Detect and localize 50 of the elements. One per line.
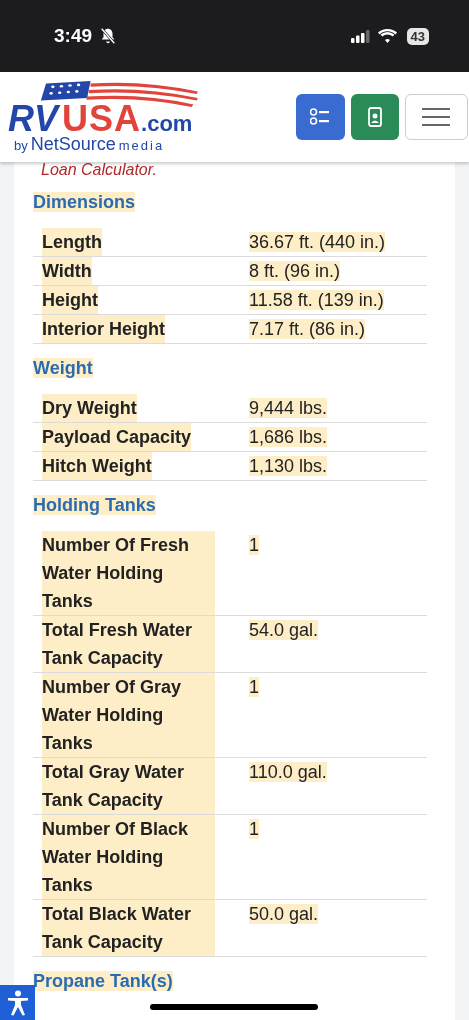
checklist-icon [310, 108, 331, 126]
spec-value: 9,444 lbs. [249, 398, 328, 418]
spec-value: 110.0 gal. [249, 762, 327, 782]
spec-value: 1,130 lbs. [249, 456, 328, 476]
logo-rv: RV [8, 101, 62, 137]
spec-label: Height [42, 286, 98, 314]
logo-byline-media: media [118, 139, 165, 152]
menu-button[interactable] [404, 94, 468, 140]
muted-bell-icon [99, 27, 118, 45]
spec-value: 1 [249, 535, 259, 555]
spec-label: Interior Height [42, 315, 165, 343]
logo-domain: .com [141, 113, 193, 135]
contact-card-button[interactable] [350, 94, 399, 140]
status-time: 3:49 [54, 25, 93, 47]
spec-label: Width [42, 257, 92, 285]
spec-label: Total Gray Water Tank Capacity [42, 758, 215, 814]
wifi-icon [377, 29, 397, 43]
spec-value: 7.17 ft. (86 in.) [249, 319, 366, 339]
spec-label: Total Fresh Water Tank Capacity [42, 616, 215, 672]
section-heading: Dimensions [33, 192, 136, 212]
spec-label: Number Of Gray Water Holding Tanks [42, 673, 215, 757]
spec-label: Dry Weight [42, 394, 137, 422]
spec-value: 11.58 ft. (139 in.) [249, 290, 384, 310]
loan-calculator-link[interactable]: Loan Calculator. [33, 162, 427, 182]
spec-label: Total Black Water Tank Capacity [42, 900, 215, 956]
spec-value: 36.67 ft. (440 in.) [249, 232, 386, 252]
contact-card-icon [367, 107, 382, 127]
signal-icon [350, 29, 371, 43]
accessibility-icon [6, 989, 29, 1016]
spec-value: 1 [249, 677, 259, 697]
spec-label: Hitch Weight [42, 452, 152, 480]
battery-level: 43 [406, 27, 429, 45]
checklist-button[interactable] [296, 94, 345, 140]
spec-value: 1 [249, 819, 259, 839]
section-heading: Weight [33, 358, 93, 378]
spec-label: Payload Capacity [42, 423, 192, 451]
spec-value: 54.0 gal. [249, 620, 319, 640]
spec-value: 50.0 gal. [249, 904, 319, 924]
logo-usa: USA [62, 101, 142, 137]
section-heading: Propane Tank(s) [33, 971, 173, 991]
spec-label: Number Of Fresh Water Holding Tanks [42, 531, 215, 615]
section-heading: Holding Tanks [33, 495, 156, 515]
spec-value: 1,686 lbs. [249, 427, 328, 447]
logo-byline-name: NetSource [30, 135, 116, 153]
spec-label: Number Of Black Water Holding Tanks [42, 815, 215, 899]
spec-value: 8 ft. (96 in.) [249, 261, 341, 281]
menu-icon [422, 107, 451, 127]
spec-label: Length [42, 228, 102, 256]
accessibility-button[interactable] [0, 985, 35, 1020]
logo-byline-by: by [14, 139, 28, 152]
